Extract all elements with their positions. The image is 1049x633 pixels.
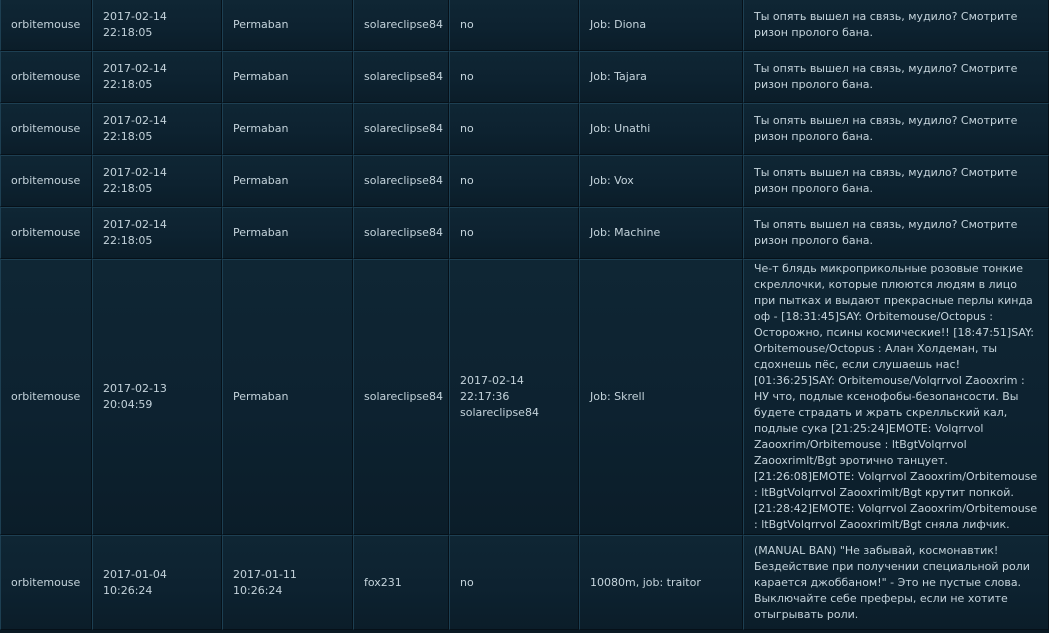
ban-table: orbitemouse 2017-02-14 22:18:05 Permaban… [0,0,1049,630]
table-row: orbitemouse 2017-02-14 22:18:05 Permaban… [0,0,1049,51]
duration-cell: Permaban [222,0,353,51]
date-cell: 2017-02-13 20:04:59 [92,259,222,535]
job-cell: Job: Unathi [579,103,743,155]
duration-cell: Permaban [222,51,353,103]
date-cell: 2017-02-14 22:18:05 [92,51,222,103]
ckey-cell: orbitemouse [0,0,92,51]
ckey-cell: orbitemouse [0,535,92,630]
unbanned-cell: no [449,535,579,630]
date-cell: 2017-02-14 22:18:05 [92,155,222,207]
admin-cell: solareclipse84 [353,207,449,259]
unbanned-cell: no [449,51,579,103]
ckey-cell: orbitemouse [0,103,92,155]
reason-cell: Ты опять вышел на связь, мудило? Смотрит… [743,155,1049,207]
reason-cell: Ты опять вышел на связь, мудило? Смотрит… [743,103,1049,155]
date-cell: 2017-01-04 10:26:24 [92,535,222,630]
reason-cell: Ты опять вышел на связь, мудило? Смотрит… [743,207,1049,259]
duration-cell: Permaban [222,103,353,155]
unbanned-cell: no [449,155,579,207]
date-cell: 2017-02-14 22:18:05 [92,0,222,51]
admin-cell: solareclipse84 [353,0,449,51]
duration-cell: 2017-01-11 10:26:24 [222,535,353,630]
reason-cell: Ты опять вышел на связь, мудило? Смотрит… [743,51,1049,103]
duration-cell: Permaban [222,207,353,259]
job-cell: Job: Machine [579,207,743,259]
job-cell: 10080m, job: traitor [579,535,743,630]
reason-cell: Че-т блядь микроприкольные розовые тонки… [743,259,1049,535]
reason-cell: Ты опять вышел на связь, мудило? Смотрит… [743,0,1049,51]
table-row: orbitemouse 2017-02-14 22:18:05 Permaban… [0,155,1049,207]
table-row: orbitemouse 2017-02-14 22:18:05 Permaban… [0,103,1049,155]
table-row: orbitemouse 2017-02-14 22:18:05 Permaban… [0,207,1049,259]
ckey-cell: orbitemouse [0,259,92,535]
job-cell: Job: Vox [579,155,743,207]
admin-cell: fox231 [353,535,449,630]
job-cell: Job: Diona [579,0,743,51]
job-cell: Job: Skrell [579,259,743,535]
unbanned-cell: no [449,0,579,51]
table-row: orbitemouse 2017-01-04 10:26:24 2017-01-… [0,535,1049,630]
reason-cell: (MANUAL BAN) "Не забывай, космонавтик! Б… [743,535,1049,630]
ckey-cell: orbitemouse [0,51,92,103]
unbanned-cell: no [449,207,579,259]
admin-cell: solareclipse84 [353,259,449,535]
admin-cell: solareclipse84 [353,103,449,155]
unbanned-cell: 2017-02-14 22:17:36 solareclipse84 [449,259,579,535]
job-cell: Job: Tajara [579,51,743,103]
ckey-cell: orbitemouse [0,207,92,259]
unbanned-cell: no [449,103,579,155]
ckey-cell: orbitemouse [0,155,92,207]
duration-cell: Permaban [222,155,353,207]
date-cell: 2017-02-14 22:18:05 [92,207,222,259]
date-cell: 2017-02-14 22:18:05 [92,103,222,155]
admin-cell: solareclipse84 [353,51,449,103]
duration-cell: Permaban [222,259,353,535]
admin-cell: solareclipse84 [353,155,449,207]
table-row: orbitemouse 2017-02-14 22:18:05 Permaban… [0,51,1049,103]
table-row: orbitemouse 2017-02-13 20:04:59 Permaban… [0,259,1049,535]
